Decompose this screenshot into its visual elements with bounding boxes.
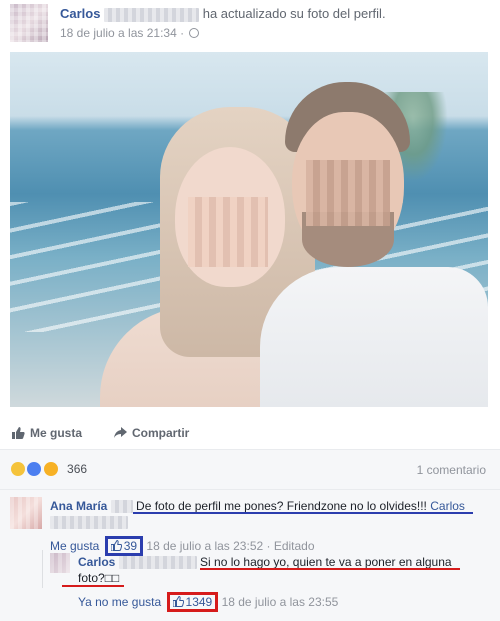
comment-like-button[interactable]: Me gusta	[50, 539, 99, 553]
commenter-name[interactable]: Ana María	[50, 499, 107, 513]
red-highlight-underline-2	[62, 585, 124, 587]
commenter-avatar[interactable]	[10, 497, 42, 529]
reply-author-name[interactable]: Carlos	[78, 555, 115, 569]
like-button[interactable]: Me gusta	[12, 426, 82, 440]
reply-like-count-highlighted[interactable]: 1349	[166, 592, 219, 612]
haha-emoji-icon	[42, 461, 59, 477]
thumbs-up-icon	[12, 427, 25, 439]
comment-like-count-highlighted[interactable]: 39	[104, 536, 144, 556]
redacted-surname	[118, 556, 197, 570]
redacted-surname	[110, 500, 133, 514]
like-emoji-icon	[26, 461, 43, 477]
profile-photo[interactable]	[10, 52, 488, 407]
reply-timestamp[interactable]: 18 de julio a las 23:55	[222, 595, 339, 609]
share-button[interactable]: Compartir	[114, 426, 189, 440]
like-label: Me gusta	[30, 426, 83, 440]
thumbs-up-icon	[110, 540, 122, 551]
comment-meta: Me gusta 39 18 de julio a las 23:52 · Ed…	[50, 536, 315, 556]
reply-meta: Ya no me gusta 1349 18 de julio a las 23…	[78, 592, 338, 612]
author-name-link[interactable]: Carlos	[60, 6, 100, 21]
comments-count-link[interactable]: 1 comentario	[417, 463, 486, 477]
post-header: Carlos ha actualizado su foto del perfil…	[10, 0, 490, 48]
reactions-bar: 366 1 comentario	[0, 449, 500, 489]
post-actions-bar: Me gusta Compartir	[10, 420, 490, 446]
comment-body: Ana María De foto de perfil me pones? Fr…	[50, 498, 490, 530]
post-timestamp[interactable]: 18 de julio a las 21:34 ·	[60, 26, 184, 40]
reply-avatar[interactable]	[50, 553, 70, 573]
reply-body: Carlos Si no lo hago yo, quien te va a p…	[78, 554, 478, 586]
redacted-surname	[104, 7, 200, 22]
comment-mention-link[interactable]: Carlos	[430, 499, 465, 513]
comment-like-count: 39	[123, 539, 138, 553]
comment-timestamp[interactable]: 18 de julio a las 23:52 · Editado	[146, 539, 314, 553]
sad-emoji-icon	[10, 461, 26, 477]
reactions-summary[interactable]: 366	[10, 461, 87, 477]
blue-highlight-underline	[133, 512, 473, 514]
comment-text: De foto de perfil me pones? Friendzone n…	[136, 499, 427, 513]
face-pixelation-right	[306, 160, 390, 226]
redacted-mention-surname	[50, 516, 128, 530]
red-highlight-underline	[200, 568, 460, 570]
post-title-line: Carlos ha actualizado su foto del perfil…	[60, 6, 386, 22]
reply-thread-line	[42, 550, 43, 588]
globe-icon	[189, 28, 200, 38]
photo-person-right-body	[260, 267, 488, 407]
reply-unlike-button[interactable]: Ya no me gusta	[78, 595, 161, 609]
share-label: Compartir	[132, 426, 190, 440]
reply-like-count: 1349	[185, 595, 213, 609]
post-action-text: ha actualizado su foto del perfil.	[202, 6, 386, 21]
author-avatar[interactable]	[10, 4, 48, 42]
post-meta: 18 de julio a las 21:34 ·	[60, 26, 200, 40]
face-pixelation-left	[188, 197, 268, 267]
thumbs-up-icon	[172, 596, 184, 607]
comments-section: Ana María De foto de perfil me pones? Fr…	[0, 489, 500, 621]
share-arrow-icon	[114, 427, 127, 438]
reactions-count: 366	[67, 462, 88, 476]
